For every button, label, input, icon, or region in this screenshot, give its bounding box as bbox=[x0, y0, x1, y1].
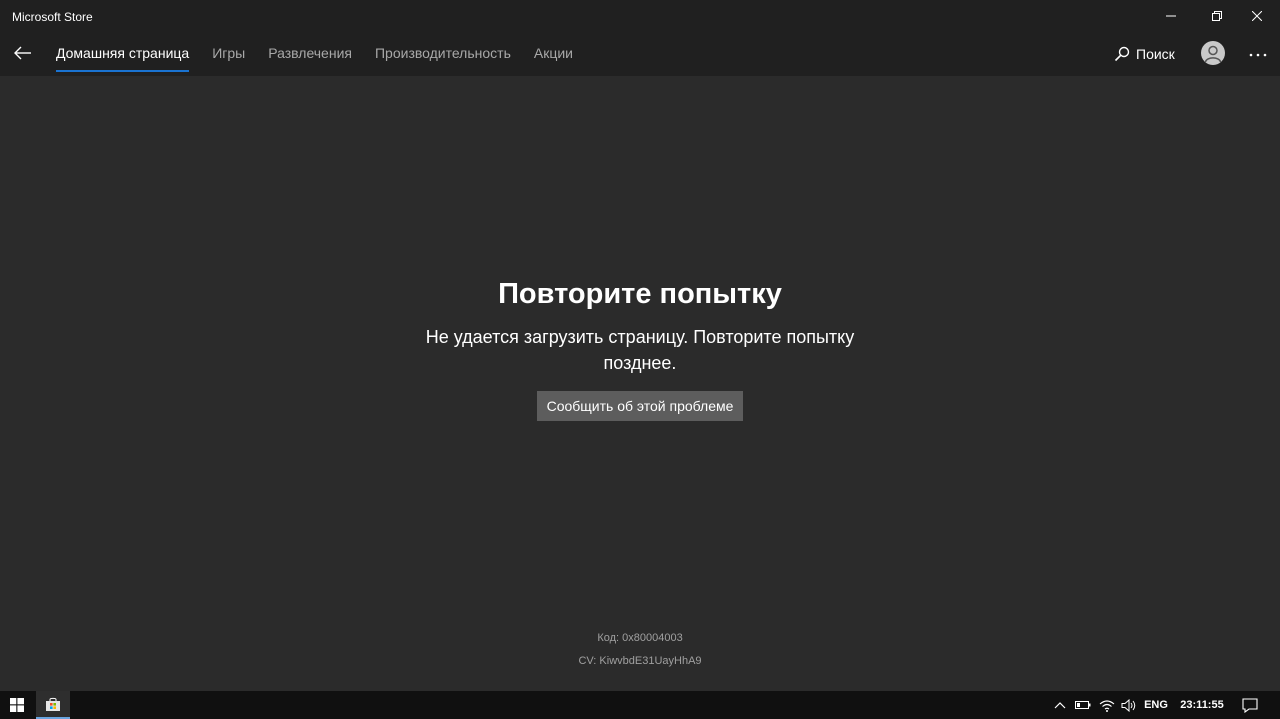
tab-home[interactable]: Домашняя страница bbox=[56, 32, 190, 76]
back-button[interactable] bbox=[6, 36, 40, 70]
chevron-up-icon bbox=[1054, 702, 1066, 709]
windows-start-icon bbox=[10, 698, 24, 712]
nav-bar: Домашняя страница Игры Развлечения Произ… bbox=[0, 32, 1280, 76]
restore-icon bbox=[1212, 11, 1222, 21]
tab-games[interactable]: Игры bbox=[212, 32, 245, 76]
search-button[interactable]: Поиск bbox=[1114, 42, 1175, 66]
store-window: Microsoft Store Домашняя страница Игры Р… bbox=[0, 0, 1280, 691]
store-taskbar-button[interactable] bbox=[36, 691, 70, 719]
report-problem-button[interactable]: Сообщить об этой проблеме bbox=[537, 391, 743, 421]
battery-icon bbox=[1075, 701, 1091, 709]
tray-overflow-button[interactable] bbox=[1050, 691, 1070, 719]
wifi-icon bbox=[1099, 699, 1115, 712]
more-button[interactable] bbox=[1246, 44, 1270, 64]
volume-button[interactable] bbox=[1119, 691, 1139, 719]
battery-button[interactable] bbox=[1073, 691, 1093, 719]
app-title: Microsoft Store bbox=[12, 10, 93, 24]
minimize-button[interactable] bbox=[1148, 0, 1194, 32]
error-code: Код: 0x80004003 bbox=[597, 632, 683, 644]
volume-icon bbox=[1121, 698, 1136, 712]
title-bar: Microsoft Store bbox=[0, 0, 1280, 32]
correlation-vector: CV: KiwvbdE31UayHhA9 bbox=[578, 655, 702, 667]
tab-deals[interactable]: Акции bbox=[534, 32, 573, 76]
nav-tabs: Домашняя страница Игры Развлечения Произ… bbox=[56, 32, 596, 76]
store-bag-icon bbox=[46, 697, 60, 711]
close-icon bbox=[1252, 11, 1262, 21]
taskbar: ENG 23:11:55 bbox=[0, 691, 1280, 719]
minimize-icon bbox=[1166, 15, 1176, 17]
error-title: Повторите попытку bbox=[498, 278, 782, 310]
search-icon bbox=[1114, 46, 1130, 62]
account-icon bbox=[1204, 45, 1222, 63]
network-button[interactable] bbox=[1097, 691, 1117, 719]
start-button[interactable] bbox=[0, 691, 34, 719]
more-icon bbox=[1249, 53, 1267, 57]
error-message: Не удается загрузить страницу. Повторите… bbox=[425, 327, 855, 373]
clock[interactable]: 23:11:55 bbox=[1176, 691, 1228, 719]
notification-icon bbox=[1242, 697, 1258, 713]
tab-entertainment[interactable]: Развлечения bbox=[268, 32, 352, 76]
input-language-button[interactable]: ENG bbox=[1141, 691, 1171, 719]
search-label: Поиск bbox=[1136, 46, 1175, 62]
account-button[interactable] bbox=[1201, 41, 1225, 65]
tab-productivity[interactable]: Производительность bbox=[375, 32, 511, 76]
back-arrow-icon bbox=[14, 46, 31, 60]
close-button[interactable] bbox=[1234, 0, 1280, 32]
action-center-button[interactable] bbox=[1238, 691, 1262, 719]
